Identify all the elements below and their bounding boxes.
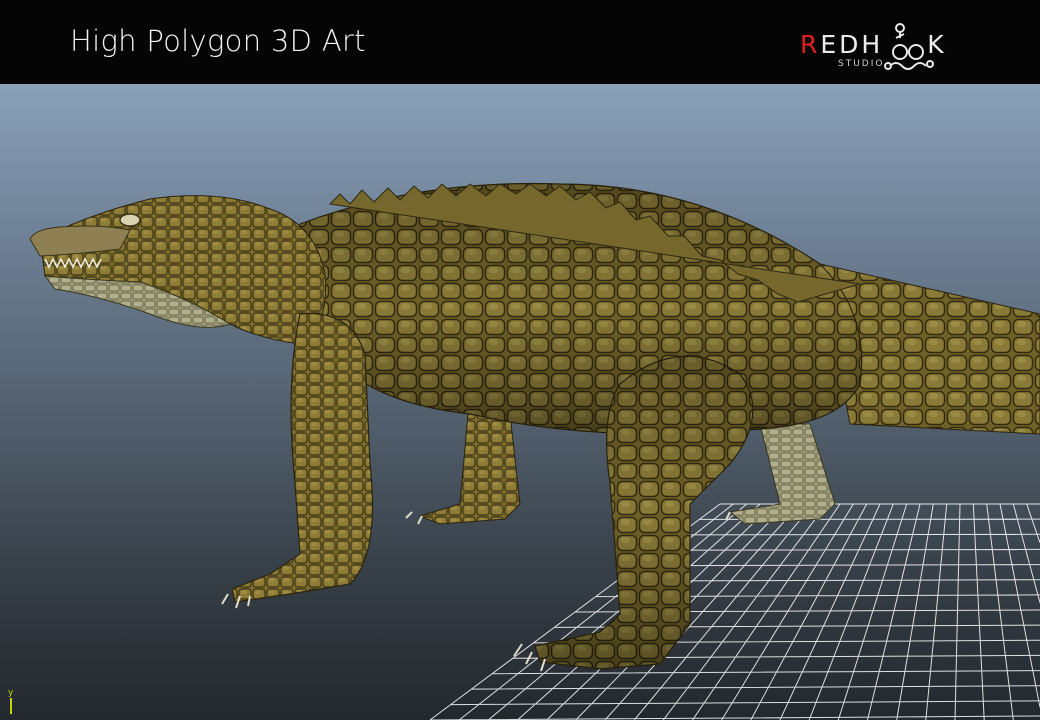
- viewport-scene: [29, 182, 1040, 720]
- logo-subtitle: STUDIO: [838, 59, 885, 69]
- axis-gizmo: y: [8, 688, 14, 714]
- 3d-viewport[interactable]: y: [0, 84, 1040, 720]
- axis-label-y: y: [8, 688, 14, 698]
- page-title: High Polygon 3D Art: [70, 24, 366, 58]
- redhook-studio-logo: REDH K STUDIO: [800, 14, 980, 74]
- hook-icon: [884, 23, 934, 70]
- header-bar: High Polygon 3D Art REDH K STUDIO: [0, 0, 1040, 84]
- crocodile-model[interactable]: [29, 182, 1040, 672]
- ground-grid: [429, 503, 1040, 720]
